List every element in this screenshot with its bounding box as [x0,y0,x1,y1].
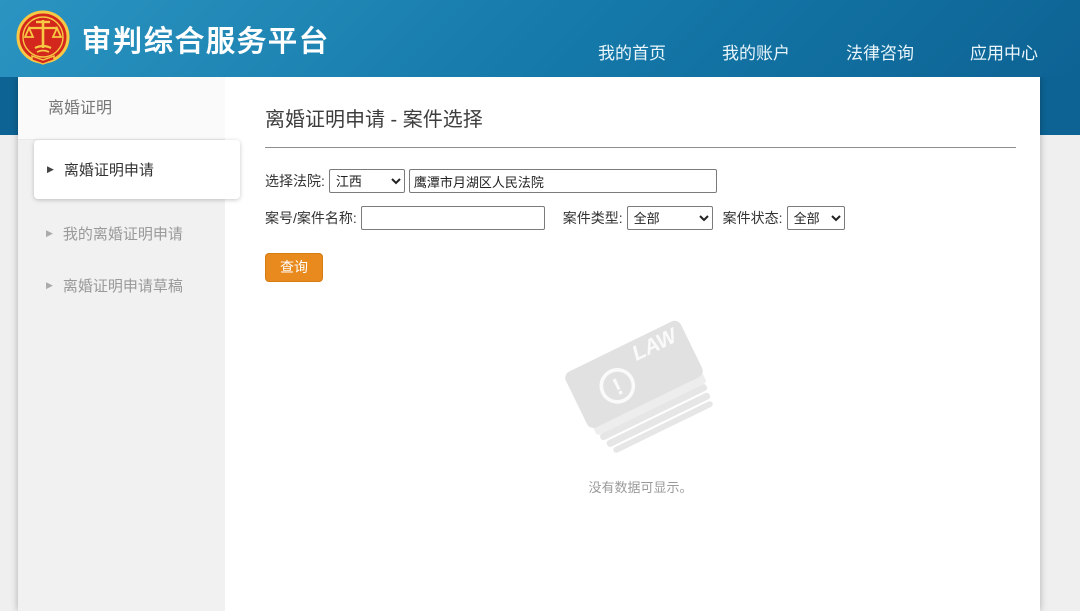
sidebar-item-label: 我的离婚证明申请 [62,225,183,243]
sidebar-item-label: 离婚证明申请 [63,162,154,179]
page-title: 离婚证明申请 - 案件选择 [265,109,483,131]
sidebar-item-label: 离婚证明申请草稿 [62,277,183,295]
case-status-label: 案件状态: [722,210,783,226]
law-book-icon: LAW ! [564,320,713,453]
nav-legal-consult[interactable]: 法律咨询 [846,39,914,64]
court-select-row: 选择法院: 江西 [265,169,1016,193]
top-nav: 我的首页 我的账户 法律咨询 应用中心 [598,13,1080,64]
search-button[interactable]: 查询 [265,253,323,282]
province-select[interactable]: 江西 [328,169,405,193]
arrow-right-icon: ▶ [47,164,54,174]
main-panel: 离婚证明申请 - 案件选择 选择法院: 江西 案号/案件名称: 案件类型: 全部… [225,77,1040,611]
sidebar-title: 离婚证明 [18,77,225,140]
case-status-select[interactable]: 全部 [786,206,845,230]
app-header: 审判综合服务平台 我的首页 我的账户 法律咨询 应用中心 [0,0,1080,77]
app-title: 审判综合服务平台 [82,25,331,58]
arrow-right-icon: ▶ [46,279,53,290]
empty-message: 没有数据可显示。 [588,480,693,495]
title-divider [265,147,1016,148]
court-label: 选择法院: [265,173,325,189]
court-emblem-icon [16,10,70,65]
arrow-right-icon: ▶ [46,227,53,238]
case-type-label: 案件类型: [562,210,623,226]
empty-state: LAW ! 没有数据可显示。 [265,316,1016,496]
content-card: 离婚证明 ▶ 离婚证明申请 ▶ 我的离婚证明申请 ▶ 离婚证明申请草稿 离婚证明… [18,77,1040,611]
case-type-select[interactable]: 全部 [626,206,713,230]
nav-my-home[interactable]: 我的首页 [598,39,666,64]
court-name-input[interactable] [408,169,717,193]
sidebar-item-my-divorce-cert-applications[interactable]: ▶ 我的离婚证明申请 [18,207,225,259]
sidebar-item-divorce-cert-apply[interactable]: ▶ 离婚证明申请 [34,140,240,199]
sidebar: 离婚证明 ▶ 离婚证明申请 ▶ 我的离婚证明申请 ▶ 离婚证明申请草稿 [18,77,240,611]
nav-my-account[interactable]: 我的账户 [722,39,790,64]
brand: 审判综合服务平台 [0,10,330,68]
case-filter-row: 案号/案件名称: 案件类型: 全部 案件状态: 全部 [265,206,1016,230]
nav-app-center[interactable]: 应用中心 [970,39,1038,64]
case-number-input[interactable] [360,206,545,230]
case-number-label: 案号/案件名称: [265,210,357,226]
sidebar-item-divorce-cert-drafts[interactable]: ▶ 离婚证明申请草稿 [18,259,225,311]
